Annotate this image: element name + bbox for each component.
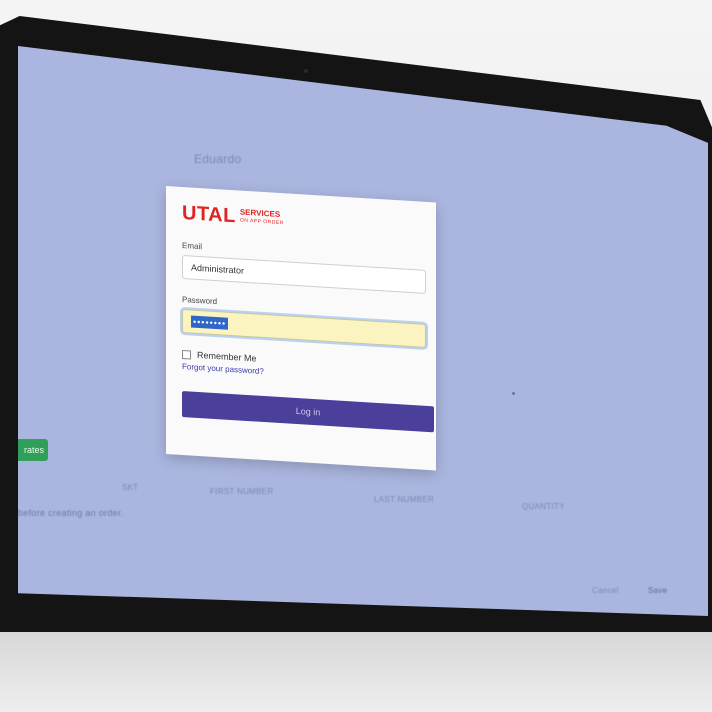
nav-item[interactable]: Eduardo (194, 152, 241, 166)
cancel-link[interactable]: Cancel (592, 586, 619, 595)
webcam-icon (304, 69, 308, 73)
remember-me-label[interactable]: Remember Me (197, 350, 257, 364)
remember-me-checkbox[interactable] (182, 349, 191, 360)
logo-subtitle-line2: ON APP ORDER (239, 217, 284, 227)
brand-logo: UTAL SERVICES ON APP ORDER (182, 201, 422, 238)
laptop-base (0, 632, 712, 712)
table-header-cell: LAST NUMBER (374, 495, 435, 504)
logo-subtitle: SERVICES ON APP ORDER (239, 208, 284, 228)
logo-wordmark: UTAL (182, 201, 236, 228)
login-dialog: UTAL SERVICES ON APP ORDER Email Adminis… (166, 186, 436, 471)
password-masked-value: •••••••• (191, 315, 229, 330)
save-link[interactable]: Save (648, 586, 667, 595)
table-header-cell: FIRST NUMBER (210, 487, 274, 496)
mouse-cursor-icon (512, 392, 515, 395)
login-button[interactable]: Log in (182, 390, 434, 433)
table-header-cell: QUANTITY (522, 502, 565, 511)
rates-button[interactable]: rates (18, 439, 48, 461)
empty-state-message: before creating an order. (18, 508, 124, 518)
table-header-cell: SKT (122, 483, 139, 492)
